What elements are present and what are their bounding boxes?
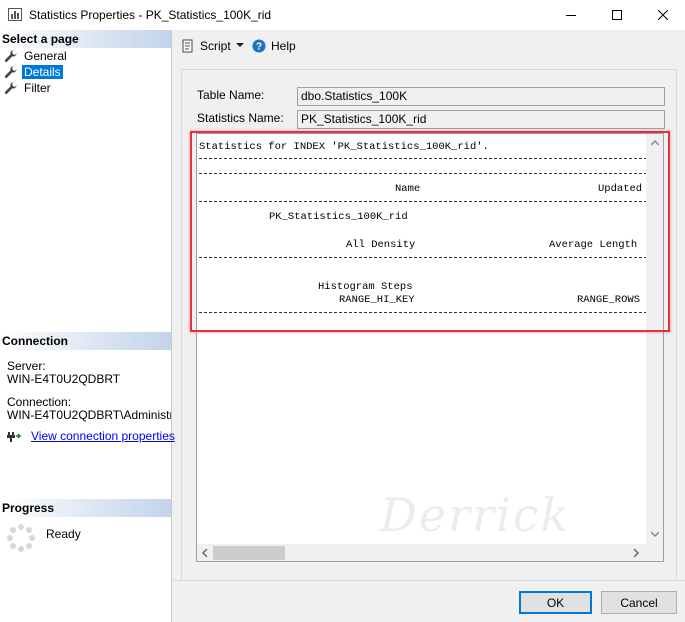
page-item-label: Details	[22, 64, 63, 79]
help-button[interactable]: ? Help	[252, 39, 296, 53]
help-label: Help	[271, 39, 296, 53]
script-icon	[182, 39, 193, 53]
progress-status: Ready	[46, 527, 81, 541]
view-connection-properties[interactable]: View connection properties	[7, 429, 175, 443]
select-page-header: Select a page	[0, 30, 171, 48]
page-item-label: General	[24, 48, 67, 63]
statistics-details-output[interactable]: Statistics for INDEX 'PK_Statistics_100K…	[196, 133, 664, 562]
col-name: Name	[395, 183, 421, 195]
page-item-filter[interactable]: Filter	[4, 80, 53, 95]
scrollbar-corner	[646, 544, 663, 561]
cancel-button[interactable]: Cancel	[601, 591, 677, 614]
script-dropdown-button[interactable]	[236, 41, 244, 49]
progress-header: Progress	[0, 499, 171, 517]
separator-line	[199, 201, 647, 202]
maximize-button[interactable]	[594, 0, 640, 30]
svg-text:?: ?	[256, 42, 262, 53]
table-name-field[interactable]: dbo.Statistics_100K	[297, 87, 665, 106]
scroll-left-icon[interactable]	[202, 549, 208, 557]
connection-plug-icon	[7, 432, 22, 442]
horizontal-scroll-thumb[interactable]	[213, 546, 285, 560]
scroll-down-icon[interactable]	[651, 531, 659, 537]
minimize-button[interactable]	[548, 0, 594, 30]
connection-value: WIN-E4T0U2QDBRT\Administrator	[7, 408, 171, 422]
col-all-density: All Density	[346, 239, 416, 251]
col-range-hi-key: RANGE_HI_KEY	[339, 294, 415, 306]
left-pane: Select a page General Details Filter Con…	[0, 30, 175, 622]
stats-header-line: Statistics for INDEX 'PK_Statistics_100K…	[199, 141, 489, 153]
close-button[interactable]	[640, 0, 685, 30]
horizontal-scrollbar[interactable]	[197, 544, 646, 561]
statistics-name-label: Statistics Name:	[197, 111, 284, 125]
progress-spinner-icon	[7, 524, 35, 552]
page-item-details[interactable]: Details	[4, 64, 63, 79]
wrench-icon	[4, 49, 17, 62]
page-item-label: Filter	[24, 80, 51, 95]
scroll-right-icon[interactable]	[633, 549, 639, 557]
separator-line	[199, 257, 647, 258]
col-updated: Updated	[598, 183, 643, 195]
statistics-properties-window: Statistics Properties - PK_Statistics_10…	[0, 0, 685, 622]
table-name-label: Table Name:	[197, 88, 265, 102]
separator-line	[199, 312, 647, 313]
dropdown-arrow-icon	[236, 43, 244, 47]
statistics-name-field[interactable]: PK_Statistics_100K_rid	[297, 110, 665, 129]
connection-label: Connection:	[7, 395, 72, 409]
help-icon: ?	[252, 39, 266, 53]
statistics-chart-icon	[8, 8, 22, 21]
title-bar: Statistics Properties - PK_Statistics_10…	[0, 0, 685, 30]
window-title: Statistics Properties - PK_Statistics_10…	[29, 8, 272, 22]
minimize-icon	[566, 15, 576, 16]
toolbar: Script ? Help	[173, 30, 685, 62]
script-button[interactable]: Script	[181, 39, 231, 53]
server-label: Server:	[7, 359, 46, 373]
histogram-title: Histogram Steps	[318, 281, 413, 293]
page-item-general[interactable]: General	[4, 48, 69, 63]
wrench-icon	[4, 65, 17, 78]
script-label: Script	[200, 39, 231, 53]
vertical-scrollbar[interactable]	[646, 134, 663, 544]
statistics-text-area: Statistics for INDEX 'PK_Statistics_100K…	[199, 138, 647, 538]
col-average-length: Average Length	[549, 239, 638, 251]
view-connection-properties-link[interactable]: View connection properties	[31, 429, 175, 443]
maximize-icon	[612, 10, 622, 20]
scroll-up-icon[interactable]	[651, 140, 659, 146]
col-range-rows: RANGE_ROWS	[577, 294, 641, 306]
ok-button[interactable]: OK	[519, 591, 592, 614]
server-value: WIN-E4T0U2QDBRT	[7, 372, 121, 386]
wrench-icon	[4, 81, 17, 94]
stats-name-value: PK_Statistics_100K_rid	[269, 211, 408, 223]
connection-header: Connection	[0, 332, 171, 350]
separator-line	[199, 158, 647, 159]
separator-line	[199, 173, 647, 174]
close-icon	[658, 10, 668, 20]
